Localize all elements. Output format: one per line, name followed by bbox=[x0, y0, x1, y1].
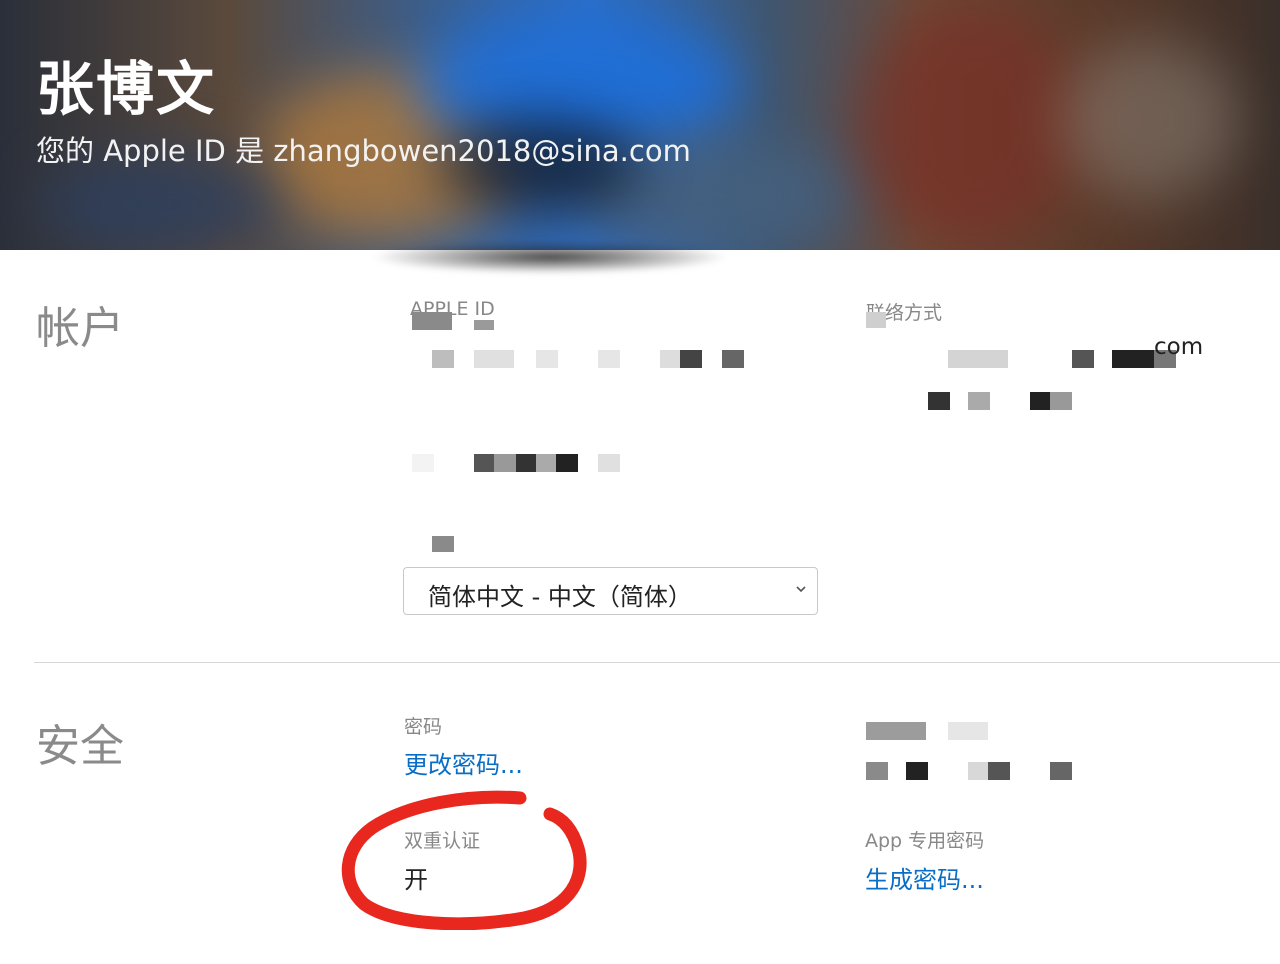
two-factor-status: 开 bbox=[404, 866, 428, 894]
language-select[interactable]: 简体中文 - 中文（简体） bbox=[403, 567, 818, 615]
redaction-smudge bbox=[370, 240, 730, 274]
contact-email-suffix: com bbox=[1154, 334, 1204, 360]
language-select-value: 简体中文 - 中文（简体） bbox=[428, 583, 692, 611]
password-label: 密码 bbox=[404, 716, 443, 738]
account-section-title: 帐户 bbox=[36, 303, 124, 354]
user-name: 张博文 bbox=[36, 55, 217, 123]
profile-banner: 张博文 您的 Apple ID 是 zhangbowen2018@sina.co… bbox=[0, 0, 1280, 250]
security-section-title: 安全 bbox=[36, 721, 124, 772]
banner-background-blur bbox=[860, 0, 1080, 250]
app-password-label: App 专用密码 bbox=[865, 830, 985, 852]
annotation-circle bbox=[341, 790, 587, 930]
change-password-link[interactable]: 更改密码... bbox=[404, 745, 523, 780]
apple-id-subtitle: 您的 Apple ID 是 zhangbowen2018@sina.com bbox=[36, 134, 691, 168]
generate-password-link[interactable]: 生成密码... bbox=[865, 860, 984, 895]
chevron-down-icon bbox=[796, 586, 806, 593]
two-factor-label: 双重认证 bbox=[404, 830, 481, 852]
banner-background-blur bbox=[1060, 40, 1240, 200]
redacted-language-label bbox=[432, 536, 454, 552]
section-divider bbox=[34, 662, 1280, 663]
